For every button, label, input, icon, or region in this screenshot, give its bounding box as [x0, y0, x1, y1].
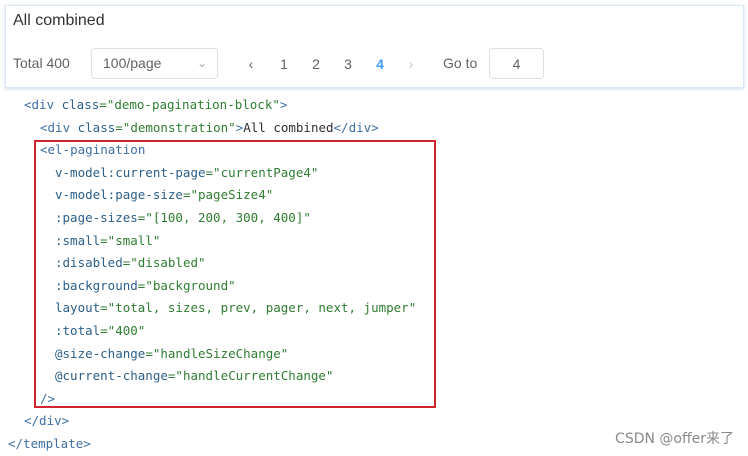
prev-page-button[interactable]: ‹ [239, 53, 263, 75]
code-line: v-model:current-page="currentPage4" [55, 164, 319, 180]
code-line: <div class="demonstration">All combined<… [40, 119, 379, 135]
code-line: :small="small" [55, 232, 161, 248]
code-line: <div class="demo-pagination-block"> [24, 97, 288, 112]
code-line: :total="400" [55, 323, 146, 338]
watermark: CSDN @offer来了 [615, 431, 734, 447]
page-1-button[interactable]: 1 [272, 53, 296, 75]
code-line: @current-change="handleCurrentChange" [55, 368, 334, 384]
code-line: :background="background" [55, 277, 236, 293]
code-line: :page-sizes="[100, 200, 300, 400]" [55, 210, 311, 225]
code-line: /> [40, 390, 56, 406]
page-size-select[interactable]: 100/page ⌄ [91, 48, 218, 79]
demo-title: All combined [13, 12, 105, 29]
code-line: <el-pagination [40, 142, 146, 158]
code-line: layout="total, sizes, prev, pager, next,… [55, 300, 417, 316]
page-size-value: 100/page [103, 55, 162, 71]
code-block: <div class="demo-pagination-block"> <div… [0, 94, 748, 451]
page-3-button[interactable]: 3 [336, 53, 360, 75]
code-line: </div> [24, 413, 70, 429]
page-4-button-active[interactable]: 4 [368, 53, 392, 75]
code-line: </template> [8, 436, 91, 451]
goto-page-input[interactable] [489, 48, 544, 79]
goto-label: Go to [443, 55, 478, 71]
pagination-demo-card: All combined Total 400 100/page ⌄ ‹ 1 2 … [5, 5, 744, 88]
total-count: Total 400 [13, 55, 70, 71]
code-line: :disabled="disabled" [55, 255, 206, 271]
next-page-button[interactable]: › [399, 53, 423, 75]
code-line: @size-change="handleSizeChange" [55, 345, 289, 361]
page-2-button[interactable]: 2 [304, 53, 328, 75]
code-line: v-model:page-size="pageSize4" [55, 187, 274, 203]
chevron-down-icon: ⌄ [196, 56, 207, 70]
